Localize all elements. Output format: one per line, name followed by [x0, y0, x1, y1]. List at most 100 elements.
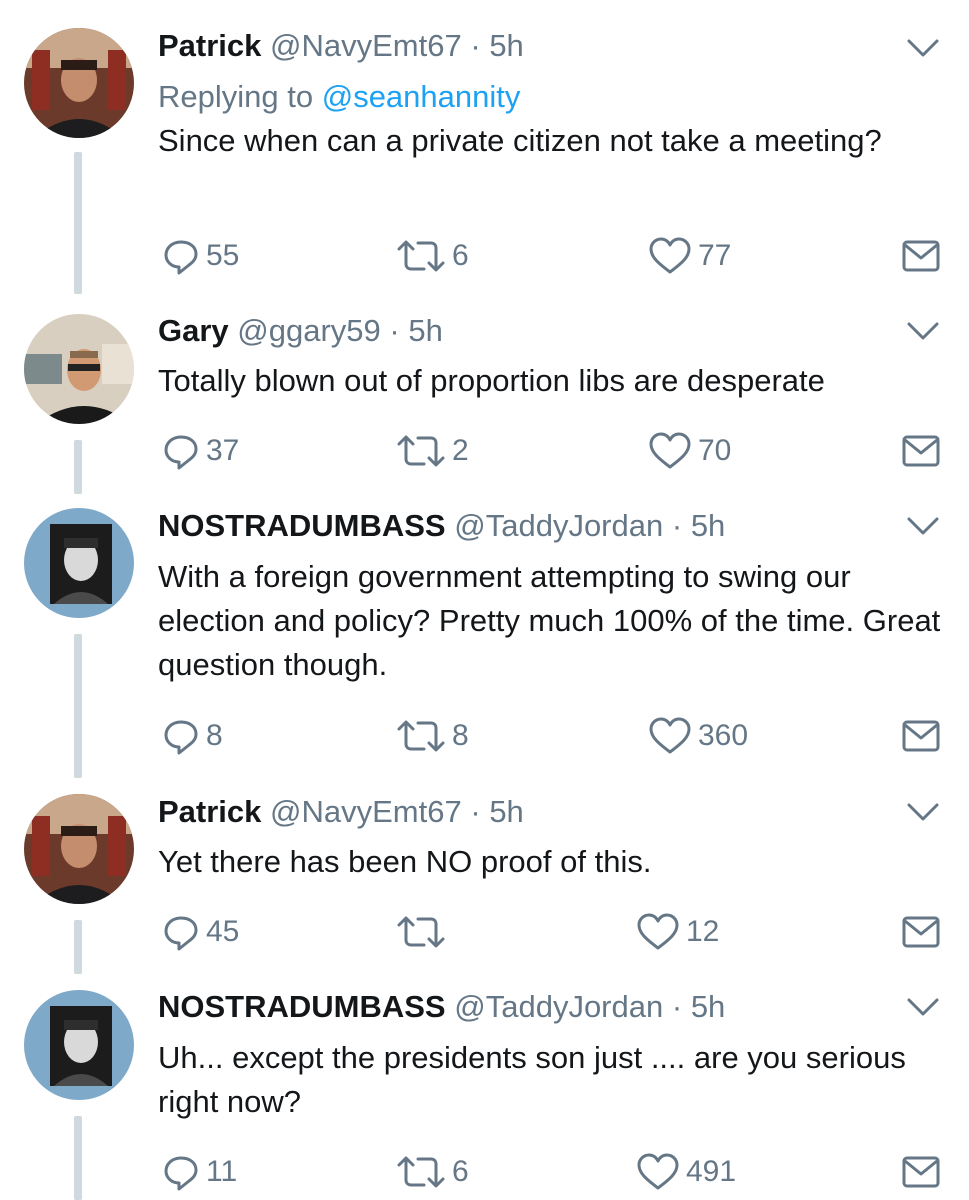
direct-message-button[interactable] — [902, 714, 940, 758]
retweet-count: 6 — [452, 1155, 469, 1188]
timestamp[interactable]: 5h — [408, 313, 442, 348]
direct-message-button[interactable] — [902, 910, 940, 954]
separator-dot: · — [470, 794, 481, 829]
reply-icon — [162, 913, 200, 951]
chevron-down-icon[interactable] — [905, 995, 941, 1019]
tweet-actions: 55 6 77 — [158, 234, 948, 278]
reply-count: 45 — [206, 915, 240, 948]
retweet-count: 2 — [452, 434, 469, 467]
avatar[interactable] — [24, 794, 134, 904]
retweet-button[interactable]: 2 — [396, 429, 469, 473]
user-handle[interactable]: @TaddyJordan — [454, 989, 663, 1024]
reply-icon — [162, 717, 200, 755]
reply-button[interactable]: 37 — [162, 429, 239, 473]
chevron-down-icon[interactable] — [905, 36, 941, 60]
chevron-down-icon[interactable] — [905, 514, 941, 538]
retweet-icon — [396, 717, 446, 755]
avatar[interactable] — [24, 990, 134, 1100]
display-name[interactable]: Patrick — [158, 28, 261, 63]
retweet-icon — [396, 432, 446, 470]
retweet-button[interactable]: 6 — [396, 1150, 469, 1194]
display-name[interactable]: Gary — [158, 313, 229, 348]
retweet-button[interactable]: 6 — [396, 234, 469, 278]
display-name[interactable]: Patrick — [158, 794, 261, 829]
conversation-thread: Patrick @NavyEmt67 · 5h Replying to @sea… — [0, 0, 969, 1200]
like-count: 77 — [698, 239, 732, 272]
envelope-icon — [902, 434, 940, 468]
timestamp[interactable]: 5h — [489, 794, 523, 829]
replying-to-label: Replying to — [158, 79, 314, 114]
avatar[interactable] — [24, 314, 134, 424]
tweet-actions: 8 8 360 — [158, 714, 948, 758]
user-handle[interactable]: @ggary59 — [237, 313, 381, 348]
reply-count: 37 — [206, 434, 240, 467]
reply-button[interactable]: 45 — [162, 910, 239, 954]
like-count: 360 — [698, 719, 749, 752]
tweet-text: Uh... except the presidents son just ...… — [158, 1040, 906, 1119]
separator-dot: · — [671, 989, 683, 1024]
reply-button[interactable]: 55 — [162, 234, 239, 278]
like-count: 12 — [686, 915, 720, 948]
tweet-text: With a foreign government attempting to … — [158, 559, 941, 682]
separator-dot: · — [470, 28, 481, 63]
reply-count: 11 — [206, 1155, 238, 1188]
reply-count: 8 — [206, 719, 223, 752]
thread-line — [74, 1116, 82, 1200]
avatar[interactable] — [24, 28, 134, 138]
envelope-icon — [902, 719, 940, 753]
user-handle[interactable]: @NavyEmt67 — [270, 794, 462, 829]
like-button[interactable]: 360 — [648, 714, 748, 758]
like-button[interactable]: 70 — [648, 429, 731, 473]
retweet-icon — [396, 1153, 446, 1191]
tweet-actions: 45 12 — [158, 910, 948, 954]
timestamp[interactable]: 5h — [691, 508, 725, 543]
user-handle[interactable]: @NavyEmt67 — [270, 28, 462, 63]
like-count: 491 — [686, 1155, 737, 1188]
tweet-header: Patrick @NavyEmt67 · 5h — [158, 792, 524, 832]
retweet-icon — [396, 913, 446, 951]
thread-line — [74, 152, 82, 294]
timestamp[interactable]: 5h — [489, 28, 523, 63]
separator-dot: · — [671, 508, 683, 543]
avatar[interactable] — [24, 508, 134, 618]
direct-message-button[interactable] — [902, 234, 940, 278]
heart-icon — [648, 716, 692, 756]
heart-icon — [648, 431, 692, 471]
replying-to: Replying to @seanhannity — [158, 77, 520, 117]
display-name[interactable]: NOSTRADUMBASS — [158, 989, 446, 1024]
tweet-text: Since when can a private citizen not tak… — [158, 123, 882, 158]
mention-link[interactable]: @seanhannity — [322, 79, 521, 114]
heart-icon — [636, 912, 680, 952]
reply-button[interactable]: 8 — [162, 714, 223, 758]
retweet-button[interactable]: 8 — [396, 714, 469, 758]
like-button[interactable]: 12 — [636, 910, 719, 954]
direct-message-button[interactable] — [902, 429, 940, 473]
heart-icon — [636, 1152, 680, 1192]
envelope-icon — [902, 915, 940, 949]
retweet-icon — [396, 237, 446, 275]
tweet-text: Yet there has been NO proof of this. — [158, 844, 652, 879]
timestamp[interactable]: 5h — [691, 989, 725, 1024]
tweet-header: Gary @ggary59 · 5h — [158, 311, 443, 351]
thread-line — [74, 634, 82, 778]
separator-dot: · — [389, 313, 400, 348]
display-name[interactable]: NOSTRADUMBASS — [158, 508, 446, 543]
user-handle[interactable]: @TaddyJordan — [454, 508, 663, 543]
tweet-header: Patrick @NavyEmt67 · 5h — [158, 26, 524, 66]
retweet-button[interactable] — [396, 910, 452, 954]
reply-icon — [162, 237, 200, 275]
chevron-down-icon[interactable] — [905, 800, 941, 824]
reply-button[interactable]: 11 — [162, 1150, 237, 1194]
chevron-down-icon[interactable] — [905, 319, 941, 343]
retweet-count: 8 — [452, 719, 469, 752]
tweet-header: NOSTRADUMBASS @TaddyJordan · 5h — [158, 987, 725, 1027]
envelope-icon — [902, 239, 940, 273]
like-button[interactable]: 491 — [636, 1150, 736, 1194]
envelope-icon — [902, 1155, 940, 1189]
like-count: 70 — [698, 434, 732, 467]
direct-message-button[interactable] — [902, 1150, 940, 1194]
reply-count: 55 — [206, 239, 240, 272]
tweet-text: Totally blown out of proportion libs are… — [158, 363, 825, 398]
tweet-header: NOSTRADUMBASS @TaddyJordan · 5h — [158, 506, 725, 546]
like-button[interactable]: 77 — [648, 234, 731, 278]
